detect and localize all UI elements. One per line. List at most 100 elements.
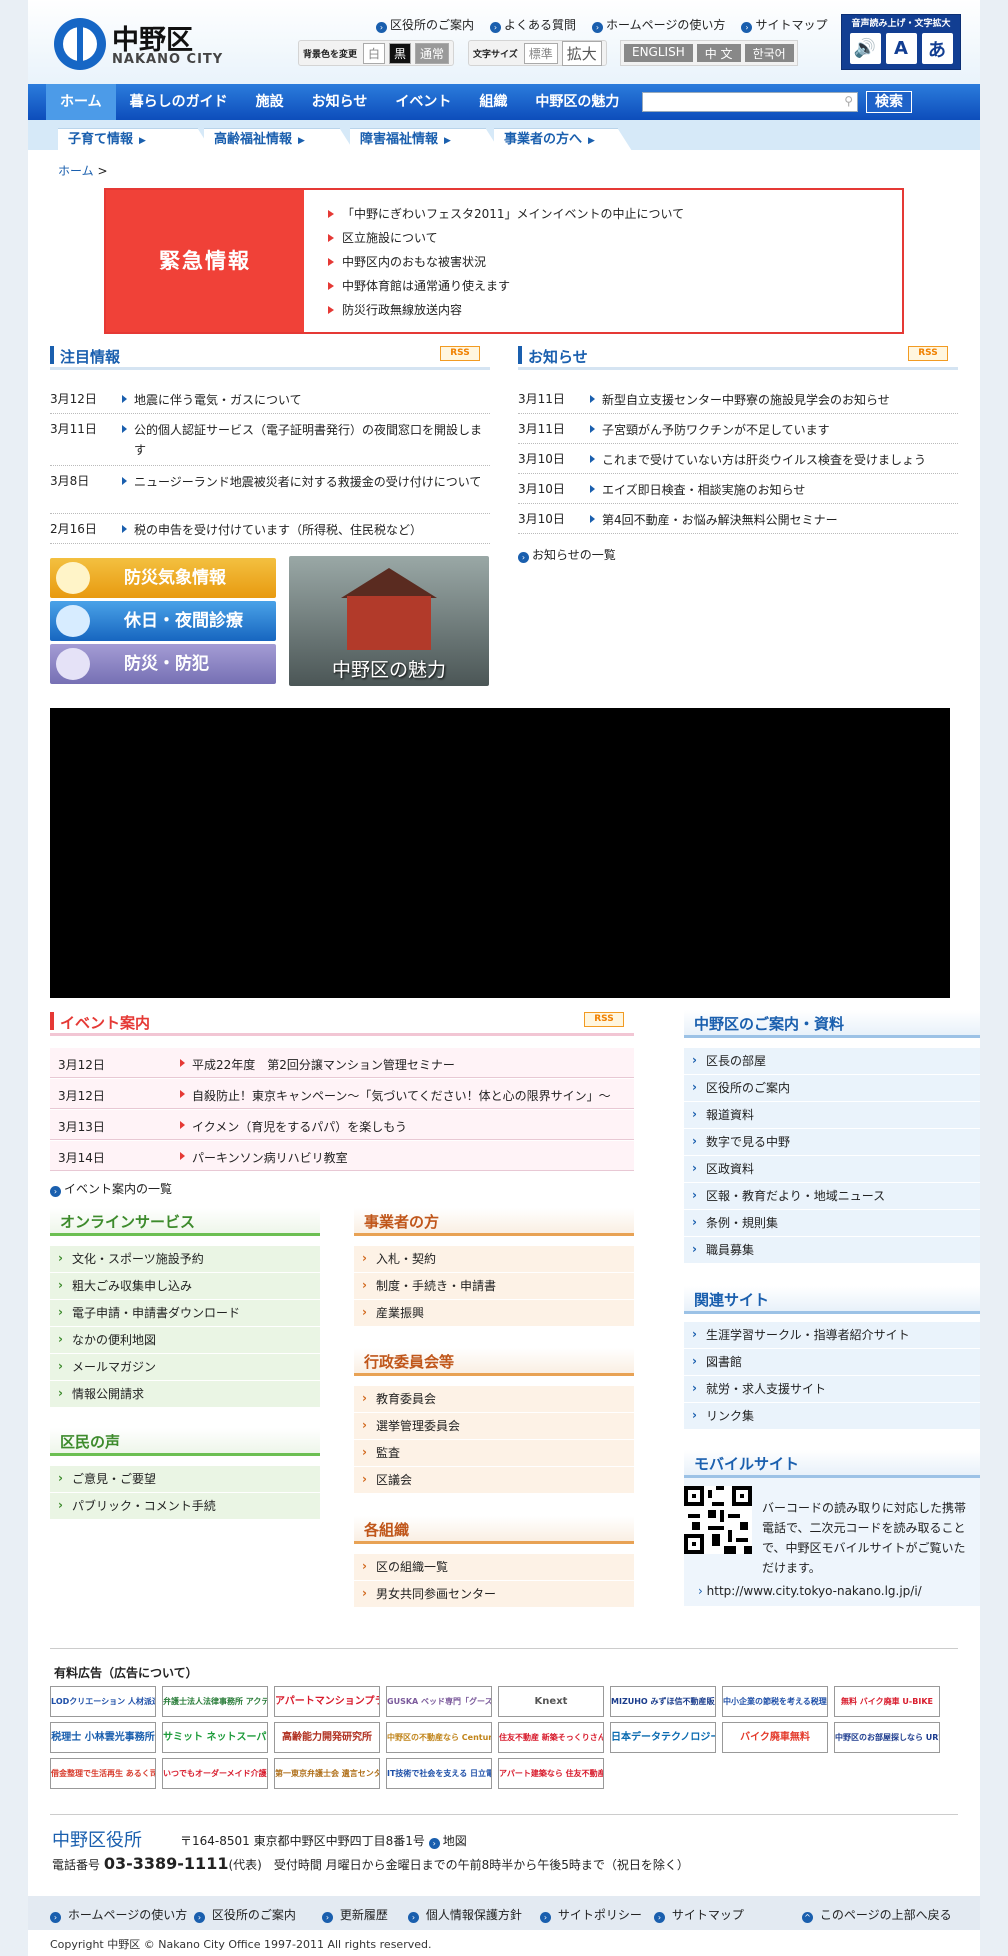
list-item[interactable]: 区長の部屋 <box>684 1047 980 1075</box>
list-item[interactable]: パブリック・コメント手続 <box>50 1492 320 1520</box>
rss-icon[interactable]: RSS <box>908 346 948 361</box>
list-item[interactable]: 区報・教育だより・地域ニュース <box>684 1182 980 1210</box>
emergency-item[interactable]: 防災行政無線放送内容 <box>328 298 684 322</box>
footer-link-history[interactable]: › 更新履歴 <box>322 1906 388 1923</box>
nav-events[interactable]: イベント <box>381 84 465 120</box>
subnav-business[interactable]: 事業者の方へ ▶ <box>494 128 632 151</box>
top-link-office[interactable]: › 区役所のご案内 <box>376 16 474 33</box>
list-item[interactable]: 区政資料 <box>684 1155 980 1183</box>
ad-banner[interactable]: Knext <box>498 1686 604 1717</box>
top-link-sitemap[interactable]: › サイトマップ <box>741 16 827 33</box>
lang-chinese-button[interactable]: 中 文 <box>696 44 741 62</box>
ad-banner[interactable]: 日本データテクノロジー <box>610 1722 716 1753</box>
list-item[interactable]: 選挙管理委員会 <box>354 1412 634 1440</box>
news-link[interactable]: 新型自立支援センター中野寮の施設見学会のお知らせ <box>590 390 890 410</box>
logo-english[interactable]: NAKANO CITY <box>112 52 223 67</box>
lang-english-button[interactable]: ENGLISH <box>624 44 693 62</box>
ad-banner[interactable]: 第一東京弁護士会 遺言センター <box>274 1758 380 1789</box>
news-link[interactable]: 税の申告を受け付けています（所得税、住民税など） <box>122 520 484 540</box>
list-item[interactable]: 産業振興 <box>354 1299 634 1327</box>
list-item[interactable]: 制度・手続き・申請書 <box>354 1272 634 1300</box>
news-link[interactable]: 子宮頸がん予防ワクチンが不足しています <box>590 420 830 440</box>
speaker-icon[interactable]: 🔊 <box>849 33 881 64</box>
notices-more-link[interactable]: › お知らせの一覧 <box>518 546 616 563</box>
list-item[interactable]: 条例・規則集 <box>684 1209 980 1237</box>
banner-disaster-crime[interactable]: 防災・防犯 <box>50 644 276 684</box>
list-item[interactable]: リンク集 <box>684 1402 980 1430</box>
list-item[interactable]: メールマガジン <box>50 1353 320 1381</box>
list-item[interactable]: 教育委員会 <box>354 1385 634 1413</box>
list-item[interactable]: 職員募集 <box>684 1236 980 1264</box>
ads-title[interactable]: 有料広告（広告について） <box>54 1664 198 1681</box>
ad-banner[interactable]: 弁護士法人法律事務所 アクティブイノベーション <box>162 1686 268 1717</box>
rss-icon[interactable]: RSS <box>584 1012 624 1027</box>
footer-link-policy[interactable]: › サイトポリシー <box>540 1906 642 1923</box>
top-link-howto[interactable]: › ホームページの使い方 <box>592 16 725 33</box>
list-item[interactable]: 男女共同参画センター <box>354 1580 634 1608</box>
ad-banner[interactable]: GUSKA ベッド専門「グースカ」 <box>386 1686 492 1717</box>
event-link[interactable]: 平成22年度 第2回分譲マンション管理セミナー <box>180 1056 455 1073</box>
list-item[interactable]: 数字で見る中野 <box>684 1128 980 1156</box>
list-item[interactable]: なかの便利地図 <box>50 1326 320 1354</box>
top-link-faq[interactable]: › よくある質問 <box>490 16 576 33</box>
footer-link-sitemap[interactable]: › サイトマップ <box>654 1906 744 1923</box>
news-link[interactable]: ニュージーランド地震被災者に対する救援金の受け付けについて <box>122 472 484 492</box>
footer-link-privacy[interactable]: › 個人情報保護方針 <box>408 1906 522 1923</box>
list-item[interactable]: 図書館 <box>684 1348 980 1376</box>
ad-banner[interactable]: いつでもオーダーメイド介護 DUSKIN <box>162 1758 268 1789</box>
list-item[interactable]: 粗大ごみ収集申し込み <box>50 1272 320 1300</box>
ad-banner[interactable]: 無料 バイク廃車 U-BIKE <box>834 1686 940 1717</box>
news-link[interactable]: 公的個人認証サービス（電子証明書発行）の夜間窓口を開設します <box>122 420 484 460</box>
banner-nakano-attractions[interactable]: 中野区の魅力 <box>289 556 489 686</box>
subnav-disability[interactable]: 障害福祉情報 ▶ <box>350 128 500 151</box>
ad-banner[interactable]: サミット ネットスーパー <box>162 1722 268 1753</box>
list-item[interactable]: 電子申請・申請書ダウンロード <box>50 1299 320 1327</box>
ad-banner[interactable]: アパートマンションプラザ <box>274 1686 380 1717</box>
video-player[interactable] <box>50 708 950 998</box>
list-item[interactable]: 監査 <box>354 1439 634 1467</box>
lang-korean-button[interactable]: 한국어 <box>744 44 794 62</box>
emergency-item[interactable]: 区立施設について <box>328 226 684 250</box>
search-button[interactable]: 検索 <box>866 91 912 113</box>
list-item[interactable]: 報道資料 <box>684 1101 980 1129</box>
ad-banner[interactable]: LODクリエーション 人材派遣 <box>50 1686 156 1717</box>
nav-notices[interactable]: お知らせ <box>298 84 382 120</box>
subnav-childcare[interactable]: 子育て情報 ▶ <box>58 128 212 151</box>
font-standard-button[interactable]: 標準 <box>523 42 558 64</box>
events-more-link[interactable]: › イベント案内の一覧 <box>50 1180 172 1197</box>
bg-black-button[interactable]: 黒 <box>389 42 412 64</box>
news-link[interactable]: エイズ即日検査・相談実施のお知らせ <box>589 480 805 500</box>
nav-organization[interactable]: 組織 <box>465 84 521 120</box>
footer-link-howto[interactable]: › ホームページの使い方 <box>50 1906 187 1923</box>
voice-reader-box[interactable]: 音声読み上げ・文字拡大 🔊 A あ <box>841 14 961 70</box>
emergency-item[interactable]: 中野区内のおもな被害状況 <box>328 250 684 274</box>
list-item[interactable]: 区役所のご案内 <box>684 1074 980 1102</box>
bg-white-button[interactable]: 白 <box>363 42 386 64</box>
ad-banner[interactable]: 中小企業の節税を考える税理士の会 <box>722 1686 828 1717</box>
ad-banner[interactable]: バイク廃車無料 <box>722 1722 828 1753</box>
ad-banner[interactable]: MIZUHO みずほ信不動産販売 <box>610 1686 716 1717</box>
font-enlarge-button[interactable]: 拡大 <box>561 40 602 66</box>
list-item[interactable]: 区の組織一覧 <box>354 1553 634 1581</box>
ad-banner[interactable]: 借金整理で生活再生 あるく司法書士法人 <box>50 1758 156 1789</box>
list-item[interactable]: 文化・スポーツ施設予約 <box>50 1245 320 1273</box>
subnav-elderly[interactable]: 高齢福祉情報 ▶ <box>204 128 354 151</box>
list-item[interactable]: 生涯学習サークル・指導者紹介サイト <box>684 1321 980 1349</box>
event-link[interactable]: パーキンソン病リハビリ教室 <box>180 1149 348 1166</box>
search-input[interactable]: ⚲ <box>642 92 858 112</box>
ad-banner[interactable]: 中野区のお部屋探しなら UR賃貸住宅 <box>834 1722 940 1753</box>
list-item[interactable]: 就労・求人支援サイト <box>684 1375 980 1403</box>
ad-banner[interactable]: 高齢能力開発研究所 <box>274 1722 380 1753</box>
news-link[interactable]: 地震に伴う電気・ガスについて <box>122 390 484 410</box>
banner-disaster-weather[interactable]: 防災気象情報 <box>50 558 276 598</box>
hiragana-icon[interactable]: あ <box>921 33 953 64</box>
event-link[interactable]: イクメン（育児をするパパ）を楽しもう <box>180 1118 407 1135</box>
rss-icon[interactable]: RSS <box>440 346 480 361</box>
list-item[interactable]: ご意見・ご要望 <box>50 1465 320 1493</box>
ad-banner[interactable]: 住友不動産 新築そっくりさん <box>498 1722 604 1753</box>
nav-attractions[interactable]: 中野区の魅力 <box>521 84 633 120</box>
news-link[interactable]: これまで受けていない方は肝炎ウイルス検査を受けましょう <box>589 450 926 470</box>
list-item[interactable]: 区議会 <box>354 1466 634 1494</box>
nav-facilities[interactable]: 施設 <box>242 84 298 120</box>
list-item[interactable]: 入札・契約 <box>354 1245 634 1273</box>
